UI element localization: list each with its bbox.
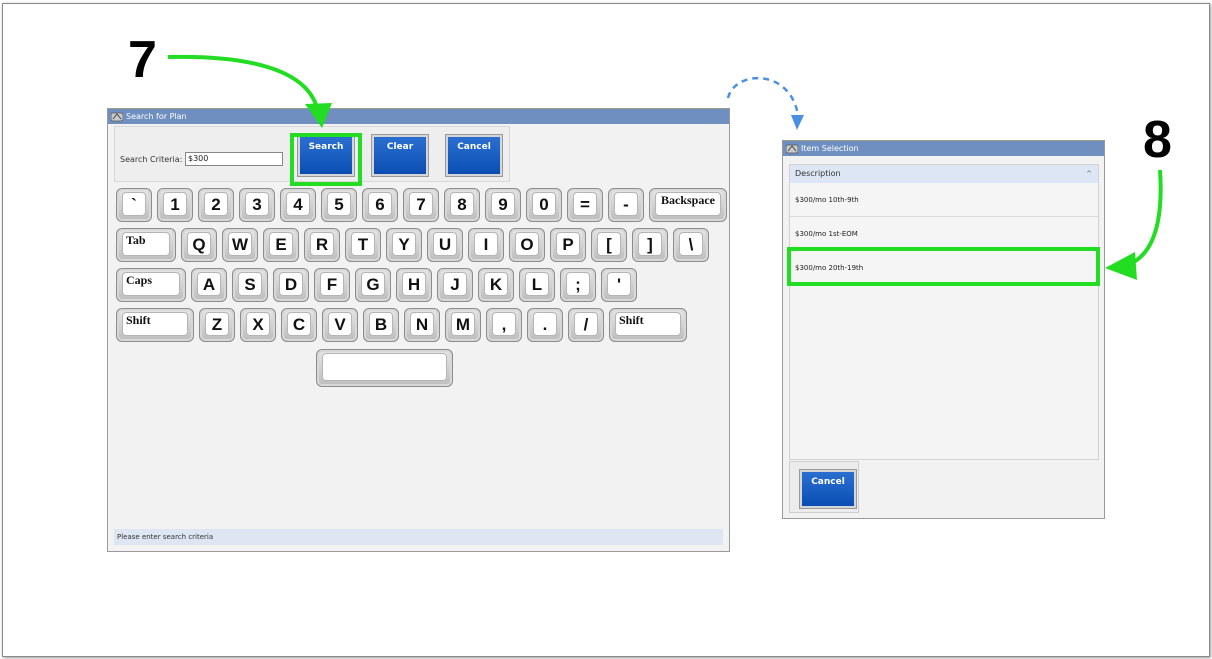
dashed-arrowhead-icon [791, 115, 804, 130]
step-8-arrow [1124, 169, 1163, 268]
step-7-arrowhead-icon [305, 103, 332, 128]
step-7-arrow [167, 54, 320, 113]
dashed-transition-arrow [726, 76, 800, 116]
step-8-arrowhead-icon [1105, 252, 1137, 280]
annotation-arrows [167, 54, 1163, 280]
